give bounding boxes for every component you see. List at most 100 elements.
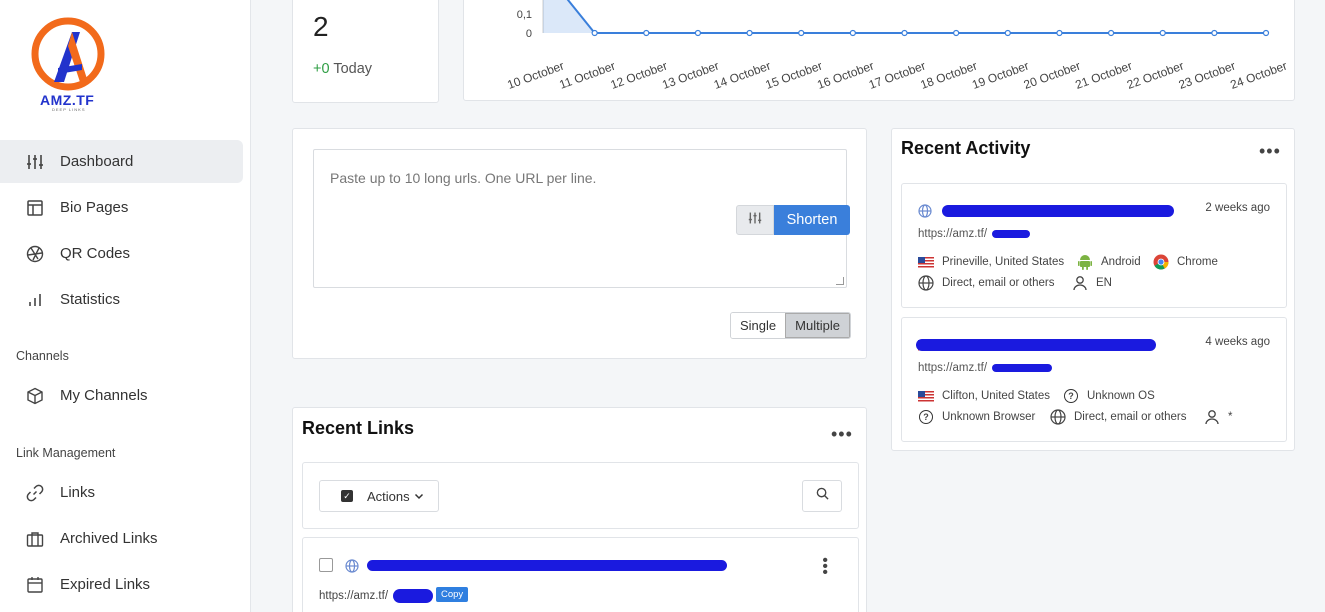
shorten-button[interactable]: Shorten	[774, 205, 850, 235]
options-button[interactable]	[736, 205, 774, 235]
redacted-link-title[interactable]	[367, 560, 727, 571]
sidebar-item-my-channels[interactable]: My Channels	[0, 374, 243, 417]
chevron-down-icon	[414, 489, 424, 504]
x-tick-label: 12 October	[609, 59, 670, 92]
chart-point[interactable]	[1262, 29, 1270, 37]
recent-activity-title: Recent Activity	[901, 138, 1031, 158]
recent-links-title: Recent Links	[302, 418, 415, 438]
link-management-heading: Link Management	[16, 446, 116, 460]
brand-name: AMZ.TF	[40, 92, 95, 108]
sidebar-item-label: My Channels	[60, 387, 148, 404]
chart-point[interactable]	[694, 29, 702, 37]
sliders-icon	[748, 211, 762, 230]
chart-point[interactable]	[953, 29, 960, 37]
globe-icon	[345, 559, 359, 578]
user-icon	[1072, 275, 1088, 291]
sidebar-item-dashboard[interactable]: Dashboard	[0, 140, 243, 183]
activity-short-url[interactable]: https://amz.tf/	[918, 362, 987, 374]
activity-short-url[interactable]: https://amz.tf/	[918, 228, 987, 240]
sidebar-item-links[interactable]: Links	[0, 471, 243, 514]
chart-point[interactable]	[1159, 29, 1166, 37]
clicks-line-chart: 0,1 0 10 October11 October12 October13 Oct…	[505, 0, 1289, 92]
android-icon	[1077, 254, 1093, 270]
redacted-activity-title[interactable]	[942, 205, 1174, 217]
question-circle-icon: ?	[918, 409, 934, 425]
activity-location: Prineville, United States	[918, 254, 1064, 270]
stat-today: +0 Today	[313, 61, 372, 77]
row-checkbox[interactable]	[319, 558, 333, 572]
actions-label: Actions	[367, 488, 410, 504]
x-tick-label: 16 October	[815, 59, 876, 92]
chart-point[interactable]	[798, 29, 805, 37]
aperture-icon	[25, 244, 45, 264]
activity-item: 4 weeks ago https://amz.tf/ Clifton, Uni…	[901, 317, 1287, 442]
x-tick-label: 14 October	[712, 59, 773, 92]
activity-os: Android	[1077, 254, 1141, 270]
search-button[interactable]	[802, 480, 842, 512]
chart-point[interactable]	[901, 29, 908, 37]
x-tick-label: 21 October	[1073, 59, 1134, 92]
row-menu-icon[interactable]: • • •	[822, 553, 828, 581]
single-mode-button[interactable]: Single	[731, 313, 786, 338]
multiple-mode-button[interactable]: Multiple	[785, 313, 850, 338]
chart-point[interactable]	[643, 29, 650, 37]
chart-point[interactable]	[1004, 29, 1011, 37]
textarea-resize-handle[interactable]	[836, 277, 844, 285]
chrome-icon	[1153, 254, 1169, 270]
select-all-checkbox[interactable]: ✓	[341, 490, 353, 502]
sidebar-item-archived-links[interactable]: Archived Links	[0, 517, 243, 560]
sidebar-item-statistics[interactable]: Statistics	[0, 278, 243, 321]
x-tick-label: 13 October	[660, 59, 721, 92]
recent-links-card: Recent Links ••• ✓ Actions https://amz.t…	[292, 407, 867, 612]
redacted-short-slug	[992, 230, 1030, 238]
sidebar-item-label: QR Codes	[60, 245, 131, 262]
redacted-activity-title[interactable]	[916, 339, 1156, 351]
chart-point[interactable]	[1211, 29, 1218, 37]
activity-referrer: Direct, email or others	[1050, 409, 1186, 425]
x-tick-label: 10 October	[505, 59, 566, 92]
actions-dropdown[interactable]: ✓ Actions	[319, 480, 439, 512]
chart-point[interactable]	[1107, 29, 1115, 37]
urls-textarea[interactable]: Paste up to 10 long urls. One URL per li…	[313, 149, 850, 288]
recent-links-menu-icon[interactable]: •••	[831, 424, 853, 445]
x-tick-label: 22 October	[1125, 59, 1186, 92]
sidebar-item-expired-links[interactable]: Expired Links	[0, 563, 243, 606]
chart-line	[566, 0, 1266, 34]
copy-button[interactable]: Copy	[436, 587, 469, 602]
link-row: https://amz.tf/ Copy • • •	[302, 537, 859, 612]
x-tick-label: 17 October	[867, 59, 928, 92]
y-tick-label: 0,1	[517, 9, 532, 21]
us-flag-icon	[918, 254, 934, 270]
calendar-icon	[25, 575, 45, 595]
chart-point[interactable]	[849, 29, 856, 37]
activity-location: Clifton, United States	[918, 388, 1050, 404]
link-icon	[25, 483, 45, 503]
sidebar-item-label: Expired Links	[60, 576, 151, 593]
box-icon	[25, 386, 45, 406]
sidebar-item-bio-pages[interactable]: Bio Pages	[0, 186, 243, 229]
sliders-icon	[25, 152, 45, 172]
globe-icon	[918, 275, 934, 291]
us-flag-icon	[918, 388, 934, 404]
recent-activity-menu-icon[interactable]: •••	[1259, 141, 1281, 162]
x-tick-label: 23 October	[1177, 59, 1238, 92]
sidebar-item-qr-codes[interactable]: QR Codes	[0, 232, 243, 275]
row-short-url[interactable]: https://amz.tf/	[319, 590, 388, 602]
chart-point[interactable]	[591, 29, 598, 37]
globe-icon	[1050, 409, 1066, 425]
layout-icon	[25, 198, 45, 218]
sidebar-item-label: Archived Links	[60, 530, 158, 547]
chart-point[interactable]	[746, 29, 753, 37]
clicks-stat-card: 2 +0 Today	[292, 0, 439, 103]
shorten-card: Paste up to 10 long urls. One URL per li…	[292, 128, 867, 359]
chart-area	[543, 0, 1266, 33]
question-circle-icon: ?	[1063, 388, 1079, 404]
activity-referrer: Direct, email or others	[918, 275, 1054, 291]
mode-toggle: Single Multiple	[730, 312, 851, 339]
chart-point[interactable]	[1056, 29, 1063, 37]
x-tick-label: 20 October	[1022, 59, 1083, 92]
channels-heading: Channels	[16, 349, 69, 363]
brand-tagline: DEEP LINKS	[52, 107, 86, 112]
stat-delta: +0	[313, 61, 330, 77]
globe-icon	[918, 204, 932, 223]
